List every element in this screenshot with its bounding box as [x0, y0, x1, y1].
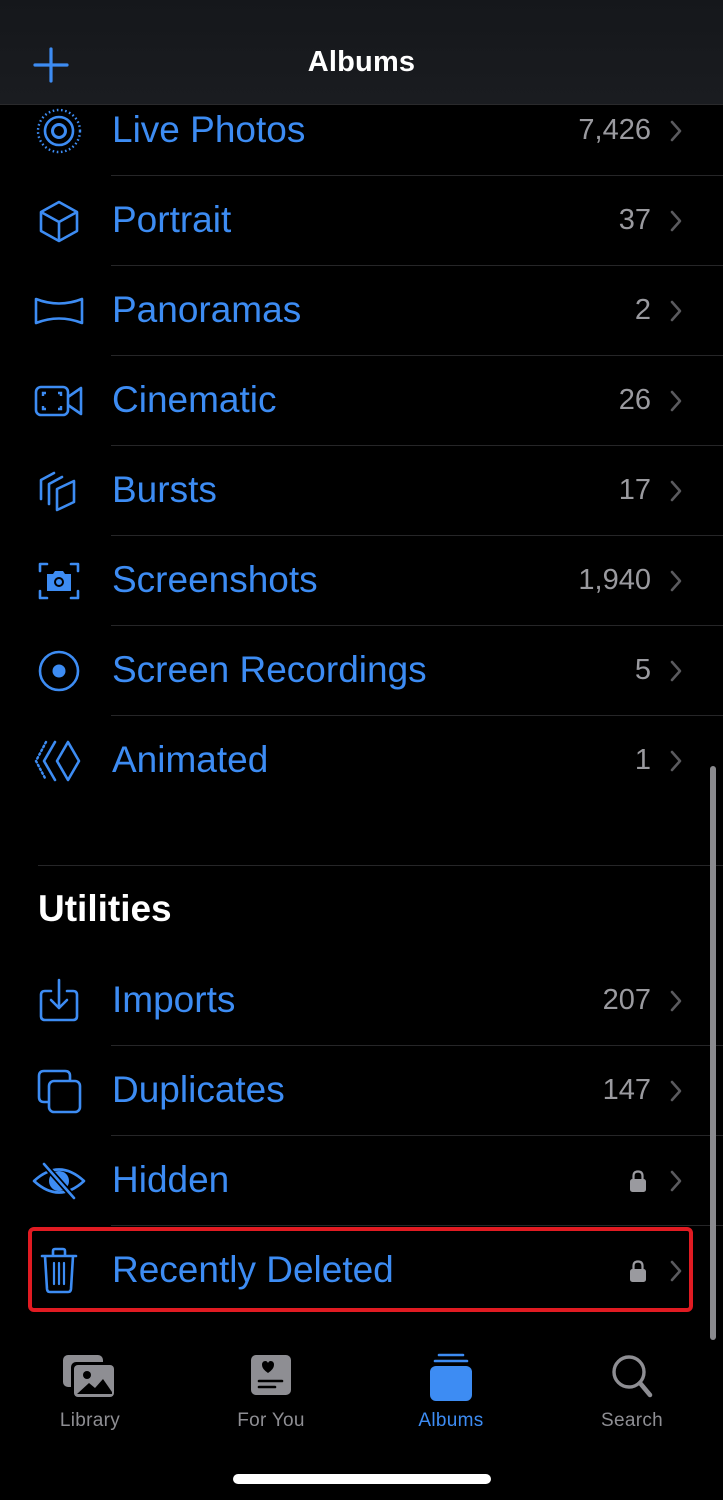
album-row-portrait[interactable]: Portrait 37 — [0, 176, 723, 266]
album-count: 7,426 — [578, 113, 651, 146]
utility-row-duplicates[interactable]: Duplicates 147 — [0, 1046, 723, 1136]
import-tray-icon — [32, 974, 86, 1028]
utility-label: Imports — [112, 979, 236, 1021]
utility-label: Recently Deleted — [112, 1249, 394, 1291]
utility-label: Hidden — [112, 1159, 230, 1201]
utility-count: 207 — [602, 983, 651, 1016]
album-row-cinematic[interactable]: Cinematic 26 — [0, 356, 723, 446]
section-title: Utilities — [38, 888, 172, 929]
record-circle-icon — [32, 644, 86, 698]
album-count: 1 — [634, 743, 651, 776]
panorama-icon — [32, 284, 86, 338]
chevron-right-icon — [670, 1260, 682, 1282]
chevron-right-icon — [670, 1170, 682, 1192]
albums-list: Live Photos 7,426 Portrait 37 Panoramas … — [0, 86, 723, 1316]
tab-label: Library — [59, 1410, 121, 1431]
bursts-icon — [32, 464, 86, 518]
live-photos-icon — [32, 104, 86, 158]
magnifier-icon — [612, 1355, 653, 1398]
eye-slash-icon — [32, 1154, 86, 1208]
chevron-right-icon — [670, 120, 682, 142]
album-label: Screen Recordings — [112, 649, 427, 691]
chevron-right-icon — [670, 1080, 682, 1102]
utility-row-hidden[interactable]: Hidden — [0, 1136, 723, 1226]
photo-library-icon — [63, 1355, 117, 1400]
navigation-bar: Albums — [0, 0, 723, 105]
utility-row-recently-deleted[interactable]: Recently Deleted — [0, 1226, 723, 1316]
album-row-screen-recordings[interactable]: Screen Recordings 5 — [0, 626, 723, 716]
album-row-panoramas[interactable]: Panoramas 2 — [0, 266, 723, 356]
album-label: Portrait — [112, 199, 232, 241]
chevron-right-icon — [670, 210, 682, 232]
chevron-right-icon — [670, 660, 682, 682]
screenshot-camera-icon — [32, 554, 86, 608]
tab-library[interactable]: Library — [20, 1352, 160, 1442]
album-row-animated[interactable]: Animated 1 — [0, 716, 723, 806]
chevron-right-icon — [670, 480, 682, 502]
album-label: Panoramas — [112, 289, 302, 331]
tab-search[interactable]: Search — [562, 1352, 702, 1442]
section-spacer — [0, 806, 723, 866]
utility-label: Duplicates — [112, 1069, 285, 1111]
utility-count: 147 — [602, 1073, 651, 1106]
chevron-right-icon — [670, 570, 682, 592]
album-label: Screenshots — [112, 559, 318, 601]
tab-label: For You — [237, 1410, 305, 1431]
cube-icon — [32, 194, 86, 248]
album-count: 37 — [618, 203, 651, 236]
tab-label: Search — [600, 1410, 663, 1431]
cinematic-video-icon — [32, 374, 86, 428]
chevron-right-icon — [670, 750, 682, 772]
album-label: Animated — [112, 739, 269, 781]
tab-label: Albums — [418, 1410, 484, 1431]
utilities-section-header: Utilities — [0, 866, 723, 956]
for-you-heart-card-icon — [251, 1355, 291, 1395]
album-label: Cinematic — [112, 379, 277, 421]
home-indicator[interactable] — [233, 1474, 491, 1484]
album-count: 5 — [634, 653, 651, 686]
album-label: Live Photos — [112, 109, 306, 151]
tab-albums[interactable]: Albums — [381, 1352, 521, 1442]
duplicates-icon — [32, 1064, 86, 1118]
album-row-screenshots[interactable]: Screenshots 1,940 — [0, 536, 723, 626]
lock-icon — [630, 1260, 646, 1282]
chevron-right-icon — [670, 300, 682, 322]
tab-for-you[interactable]: For You — [201, 1352, 341, 1442]
chevron-right-icon — [670, 390, 682, 412]
utility-row-imports[interactable]: Imports 207 — [0, 956, 723, 1046]
album-count: 1,940 — [578, 563, 651, 596]
album-label: Bursts — [112, 469, 217, 511]
chevron-right-icon — [670, 990, 682, 1012]
album-row-bursts[interactable]: Bursts 17 — [0, 446, 723, 536]
lock-icon — [630, 1170, 646, 1192]
album-count: 2 — [634, 293, 651, 326]
vertical-scrollbar[interactable] — [710, 766, 716, 1340]
animated-diamond-icon — [32, 734, 86, 788]
album-count: 17 — [618, 473, 651, 506]
album-count: 26 — [618, 383, 651, 416]
page-title: Albums — [307, 46, 416, 78]
albums-stack-icon — [430, 1353, 472, 1401]
trash-icon — [32, 1244, 86, 1298]
